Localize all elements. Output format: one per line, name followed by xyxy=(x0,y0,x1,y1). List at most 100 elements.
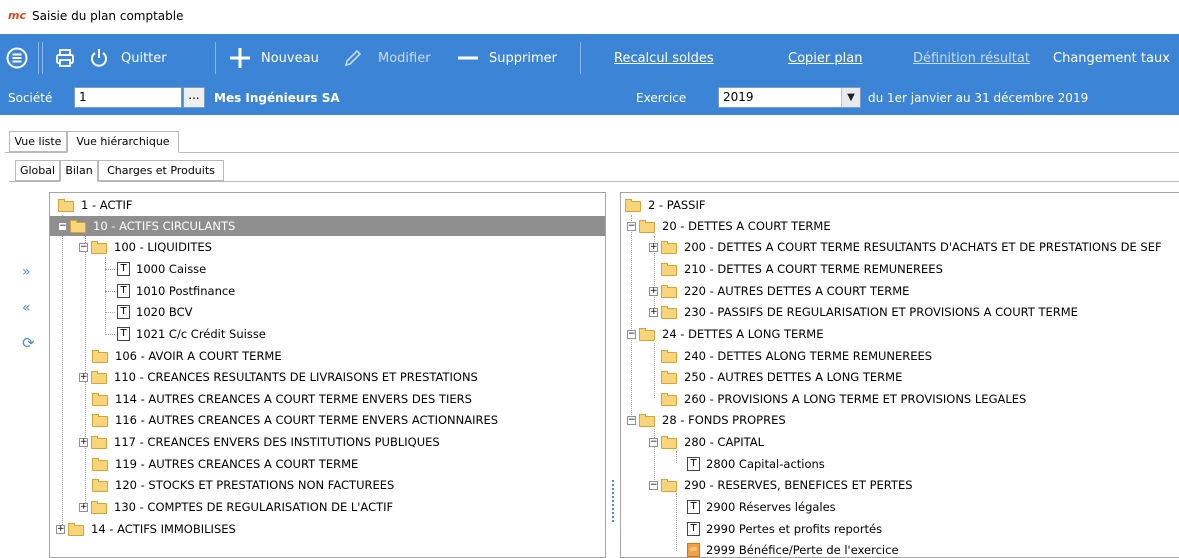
tab-charges-produits[interactable]: Charges et Produits xyxy=(98,160,224,181)
print-button[interactable] xyxy=(54,34,76,82)
tree-node[interactable]: 2 - PASSIF xyxy=(625,195,705,215)
power-icon xyxy=(91,49,107,67)
year-select[interactable]: 2019 ▼ xyxy=(718,87,861,108)
menu-button[interactable] xyxy=(6,34,28,82)
quit-power-button[interactable] xyxy=(88,34,110,82)
tree-leaf[interactable]: T 1000 Caisse xyxy=(117,259,206,279)
folder-icon xyxy=(58,198,76,212)
tree-node[interactable]: 1 - ACTIF xyxy=(50,195,605,215)
tree-leaf[interactable]: T 1021 C/c Crédit Suisse xyxy=(117,324,266,344)
expand-icon[interactable]: + xyxy=(79,437,88,447)
tree-node-label: 2800 Capital-actions xyxy=(706,457,825,471)
tree-node[interactable]: 120 - STOCKS ET PRESTATIONS NON FACTUREE… xyxy=(92,475,394,495)
tree-node[interactable]: 119 - AUTRES CREANCES A COURT TERME xyxy=(92,454,358,474)
company-input[interactable]: 1 xyxy=(74,87,182,108)
tree-node[interactable]: +230 - PASSIFS DE REGULARISATION ET PROV… xyxy=(649,302,1078,322)
expand-icon[interactable]: + xyxy=(79,502,88,512)
tree-leaf[interactable]: = 2999 Bénéfice/Perte de l'exercice xyxy=(687,540,899,557)
tree-leaf[interactable]: T 1010 Postfinance xyxy=(117,281,235,301)
company-name: Mes Ingénieurs SA xyxy=(214,91,340,105)
folder-icon xyxy=(70,219,88,233)
tree-node[interactable]: +14 - ACTIFS IMMOBILISES xyxy=(56,519,236,539)
tree-node-label: 1 - ACTIF xyxy=(81,198,133,212)
tree-node-label: 2990 Pertes et profits reportés xyxy=(706,522,883,536)
dropdown-arrow-icon[interactable]: ▼ xyxy=(841,88,860,107)
tree-node-label: 290 - RESERVES, BENEFICES ET PERTES xyxy=(684,478,913,492)
quit-button[interactable]: Quitter xyxy=(121,34,167,82)
collapse-icon[interactable]: − xyxy=(79,242,88,252)
collapse-icon[interactable]: − xyxy=(649,480,658,490)
menu-icon xyxy=(6,47,28,69)
account-icon: T xyxy=(687,457,700,471)
tree-node[interactable]: 106 - AVOIR A COURT TERME xyxy=(92,346,282,366)
tree-node[interactable]: − 280 - CAPITAL xyxy=(649,432,764,452)
tree-node-label: 120 - STOCKS ET PRESTATIONS NON FACTUREE… xyxy=(115,478,395,492)
refresh-icon[interactable]: ⟳ xyxy=(22,334,35,352)
company-browse-button[interactable]: ... xyxy=(183,87,205,108)
tree-node-label: 110 - CREANCES RESULTANTS DE LIVRAISONS … xyxy=(114,370,478,384)
plus-icon xyxy=(230,48,250,68)
tree-node[interactable]: 240 - DETTES ALONG TERME REMUNEREES xyxy=(661,346,932,366)
tree-node-selected[interactable]: − 10 - ACTIFS CIRCULANTS xyxy=(50,216,605,236)
minus-icon xyxy=(458,56,478,60)
move-right-icon[interactable]: » xyxy=(22,264,31,280)
info-bar: Société 1 ... Mes Ingénieurs SA Exercice… xyxy=(0,82,1179,115)
tree-leaf[interactable]: T 2900 Réserves légales xyxy=(687,497,836,517)
tree-node[interactable]: +117 - CREANCES ENVERS DES INSTITUTIONS … xyxy=(79,432,440,452)
tree-node[interactable]: − 24 - DETTES A LONG TERME xyxy=(627,324,824,344)
move-left-icon[interactable]: « xyxy=(22,300,31,316)
tree-leaf[interactable]: T 1020 BCV xyxy=(117,302,193,322)
tree-node[interactable]: 210 - DETTES A COURT TERME REMUNEREES xyxy=(661,259,943,279)
tab-bilan[interactable]: Bilan xyxy=(60,160,98,182)
new-button-label: Nouveau xyxy=(261,50,319,66)
expand-icon[interactable]: + xyxy=(56,524,65,534)
tree-node-label: 117 - CREANCES ENVERS DES INSTITUTIONS P… xyxy=(114,435,440,449)
recalc-button[interactable]: Recalcul soldes xyxy=(614,34,714,82)
tree-node[interactable]: 116 - AUTRES CREANCES A COURT TERME ENVE… xyxy=(92,410,498,430)
collapse-icon[interactable]: − xyxy=(649,437,658,447)
copy-plan-button[interactable]: Copier plan xyxy=(788,34,862,82)
expand-icon[interactable]: + xyxy=(79,372,88,382)
collapse-icon[interactable]: − xyxy=(627,221,636,231)
result-definition-button[interactable]: Définition résultat xyxy=(913,34,1030,82)
tree-node[interactable]: − 100 - LIQUIDITES xyxy=(79,237,212,257)
collapse-icon[interactable]: − xyxy=(627,329,636,339)
expand-icon[interactable]: + xyxy=(649,286,658,296)
tree-guide xyxy=(105,291,115,292)
tree-node[interactable]: 250 - AUTRES DETTES A LONG TERME xyxy=(661,367,902,387)
tree-node[interactable]: 114 - AUTRES CREANCES A COURT TERME ENVE… xyxy=(92,389,472,409)
expand-icon[interactable]: + xyxy=(649,242,658,252)
tree-node[interactable]: +220 - AUTRES DETTES A COURT TERME xyxy=(649,281,909,301)
tree-leaf[interactable]: T 2800 Capital-actions xyxy=(687,454,825,474)
result-account-icon: = xyxy=(687,543,700,557)
tree-leaf[interactable]: T 2990 Pertes et profits reportés xyxy=(687,519,882,539)
tree-node[interactable]: − 28 - FONDS PROPRES xyxy=(627,410,786,430)
tree-node-label: 240 - DETTES ALONG TERME REMUNEREES xyxy=(684,349,933,363)
folder-icon xyxy=(91,500,109,514)
change-rate-button[interactable]: Changement taux xyxy=(1053,34,1170,82)
panel-splitter[interactable] xyxy=(612,480,614,522)
delete-button[interactable]: Supprimer xyxy=(457,34,557,82)
tab-charges-produits-label: Charges et Produits xyxy=(107,164,215,177)
tree-node[interactable]: +200 - DETTES A COURT TERME RESULTANTS D… xyxy=(649,237,1162,257)
folder-icon xyxy=(661,392,679,406)
edit-button[interactable]: Modifier xyxy=(342,34,431,82)
tab-global[interactable]: Global xyxy=(15,160,60,181)
tree-node[interactable]: +130 - COMPTES DE REGULARISATION DE L'AC… xyxy=(79,497,393,517)
tree-node[interactable]: − 290 - RESERVES, BENEFICES ET PERTES xyxy=(649,475,913,495)
tree-node[interactable]: 260 - PROVISIONS A LONG TERME ET PROVISI… xyxy=(661,389,1026,409)
tree-node-label: 14 - ACTIFS IMMOBILISES xyxy=(91,522,236,536)
tree-node-label: 1010 Postfinance xyxy=(136,284,236,298)
tree-guide xyxy=(654,343,655,398)
new-button[interactable]: Nouveau xyxy=(229,34,319,82)
tree-node[interactable]: − 20 - DETTES A COURT TERME xyxy=(627,216,831,236)
tree-node[interactable]: +110 - CREANCES RESULTANTS DE LIVRAISONS… xyxy=(79,367,478,387)
collapse-icon[interactable]: − xyxy=(627,415,636,425)
tab-list-view[interactable]: Vue liste xyxy=(9,131,67,152)
tree-node-label: 280 - CAPITAL xyxy=(684,435,765,449)
tree-node-label: 114 - AUTRES CREANCES A COURT TERME ENVE… xyxy=(115,392,472,406)
tree-node-label: 210 - DETTES A COURT TERME REMUNEREES xyxy=(684,262,943,276)
collapse-icon[interactable]: − xyxy=(58,221,67,231)
tab-hierarchy-view[interactable]: Vue hiérarchique xyxy=(67,131,179,153)
expand-icon[interactable]: + xyxy=(649,307,658,317)
